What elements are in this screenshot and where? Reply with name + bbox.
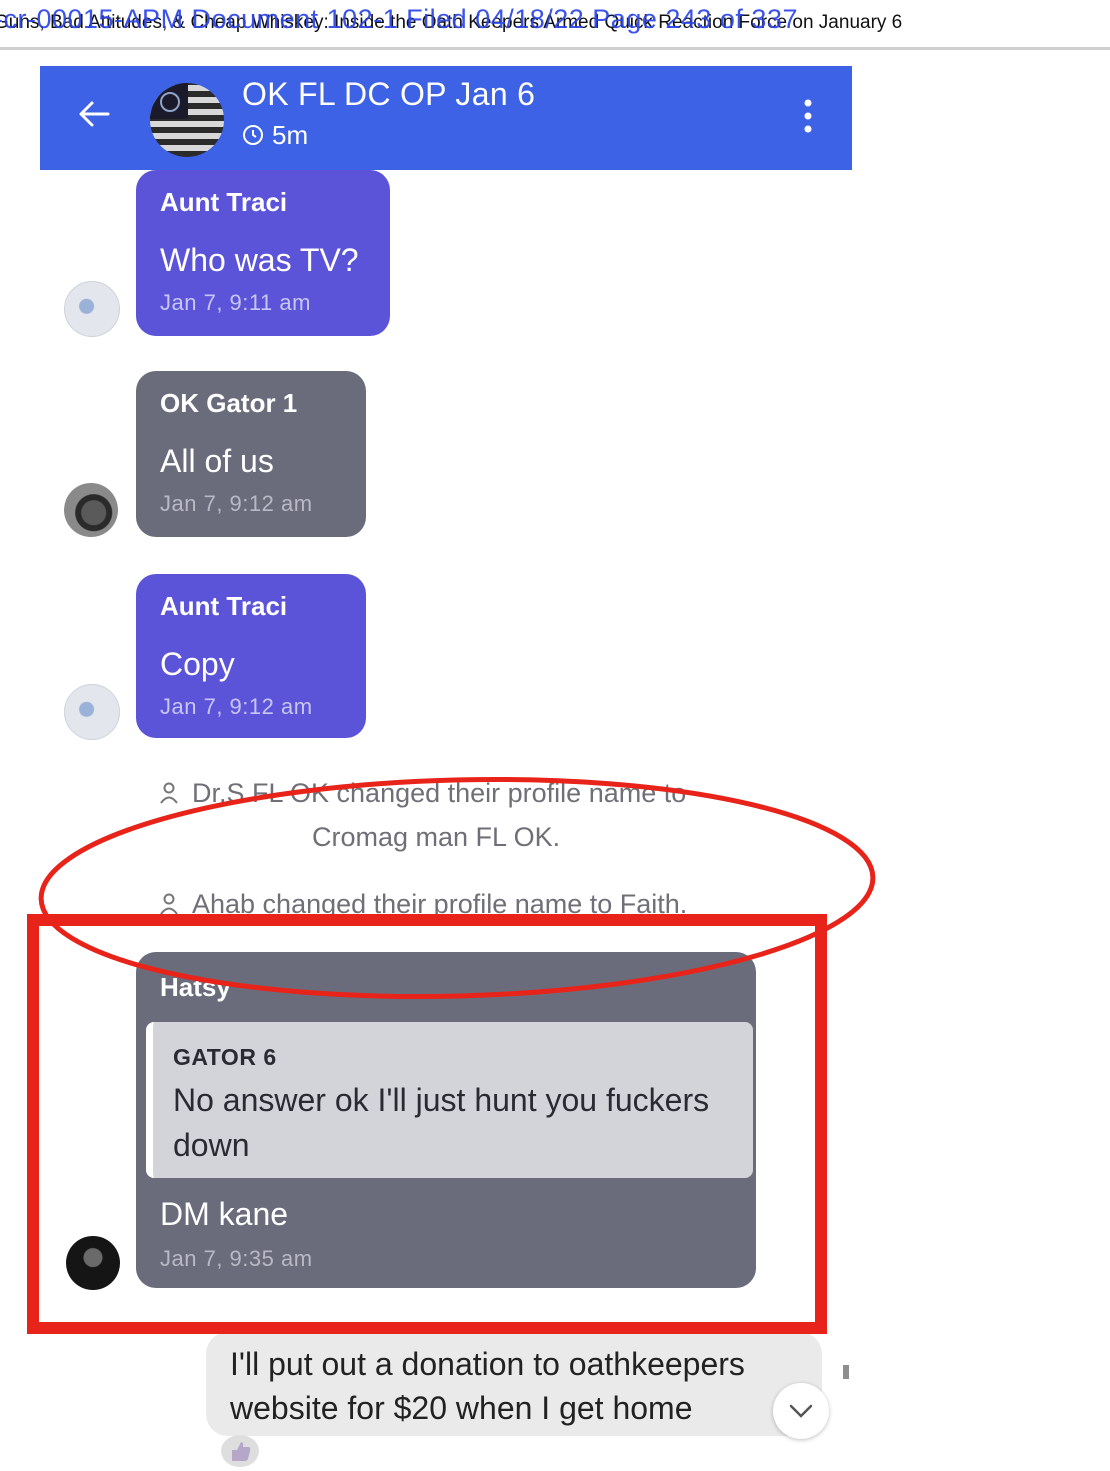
message-timestamp: Jan 7, 9:35 am: [160, 1246, 313, 1271]
avatar[interactable]: [64, 281, 120, 337]
message-text: Copy: [160, 646, 235, 682]
message-timestamp: Jan 7, 9:11 am: [160, 290, 311, 315]
message-text: DM kane: [160, 1196, 289, 1232]
system-notice: Ahab changed their profile name to Faith…: [160, 889, 687, 920]
avatar[interactable]: [66, 1236, 120, 1290]
reply-message-bubble[interactable]: Hatsy GATOR 6 No answer ok I'll just hun…: [136, 952, 756, 1288]
message-text: Who was TV?: [160, 242, 359, 278]
timer-icon: [243, 125, 263, 145]
document-header: Guns, Bad Attitudes, & Cheap Whiskey: In…: [0, 0, 1110, 44]
message-timestamp: Jan 7, 9:12 am: [160, 491, 313, 516]
message-text: All of us: [160, 443, 274, 479]
avatar[interactable]: [64, 684, 120, 740]
system-notice: Dr.S FL OK changed their profile name to: [160, 778, 686, 809]
back-arrow-icon[interactable]: [74, 94, 114, 134]
scrollbar[interactable]: [843, 1365, 849, 1379]
disappearing-timer[interactable]: 5m: [272, 120, 308, 151]
quoted-message[interactable]: GATOR 6 No answer ok I'll just hunt you …: [146, 1022, 753, 1178]
sender-name: Aunt Traci: [160, 591, 288, 621]
chat-title[interactable]: OK FL DC OP Jan 6: [242, 76, 535, 113]
sender-name: Aunt Traci: [160, 187, 288, 217]
more-options-icon[interactable]: [803, 98, 813, 134]
message-bubble[interactable]: OK Gator 1 All of us Jan 7, 9:12 am: [136, 371, 366, 537]
message-bubble[interactable]: Aunt Traci Who was TV? Jan 7, 9:11 am: [136, 170, 390, 336]
system-notice-continued: Cromag man FL OK.: [312, 822, 561, 852]
message-bubble[interactable]: Aunt Traci Copy Jan 7, 9:12 am: [136, 574, 366, 738]
avatar[interactable]: [64, 483, 118, 537]
message-timestamp: Jan 7, 9:12 am: [160, 694, 313, 719]
quote-author: GATOR 6: [173, 1044, 277, 1070]
message-options-button[interactable]: [773, 1383, 829, 1439]
header-divider: [0, 47, 1110, 50]
chat-app-bar: OK FL DC OP Jan 6 5m: [40, 66, 852, 170]
court-filing-stamp: -cr-00015-APM Document 102-1 Filed 04/18…: [0, 4, 798, 34]
system-notice-text: Ahab changed their profile name to Faith…: [192, 889, 688, 919]
group-avatar[interactable]: [150, 83, 224, 157]
thumbs-up-reaction-icon[interactable]: [220, 1434, 260, 1468]
system-notice-text: Dr.S FL OK changed their profile name to: [192, 778, 687, 808]
quote-text: No answer ok I'll just hunt you fuckers …: [173, 1082, 710, 1163]
person-icon: [160, 893, 178, 915]
outgoing-message-bubble[interactable]: I'll put out a donation to oathkeepers w…: [206, 1332, 822, 1436]
sender-name: Hatsy: [160, 972, 231, 1002]
chevron-down-icon: [789, 1404, 813, 1418]
message-text: I'll put out a donation to oathkeepers w…: [230, 1346, 745, 1426]
sender-name: OK Gator 1: [160, 388, 298, 418]
person-icon: [160, 782, 178, 804]
